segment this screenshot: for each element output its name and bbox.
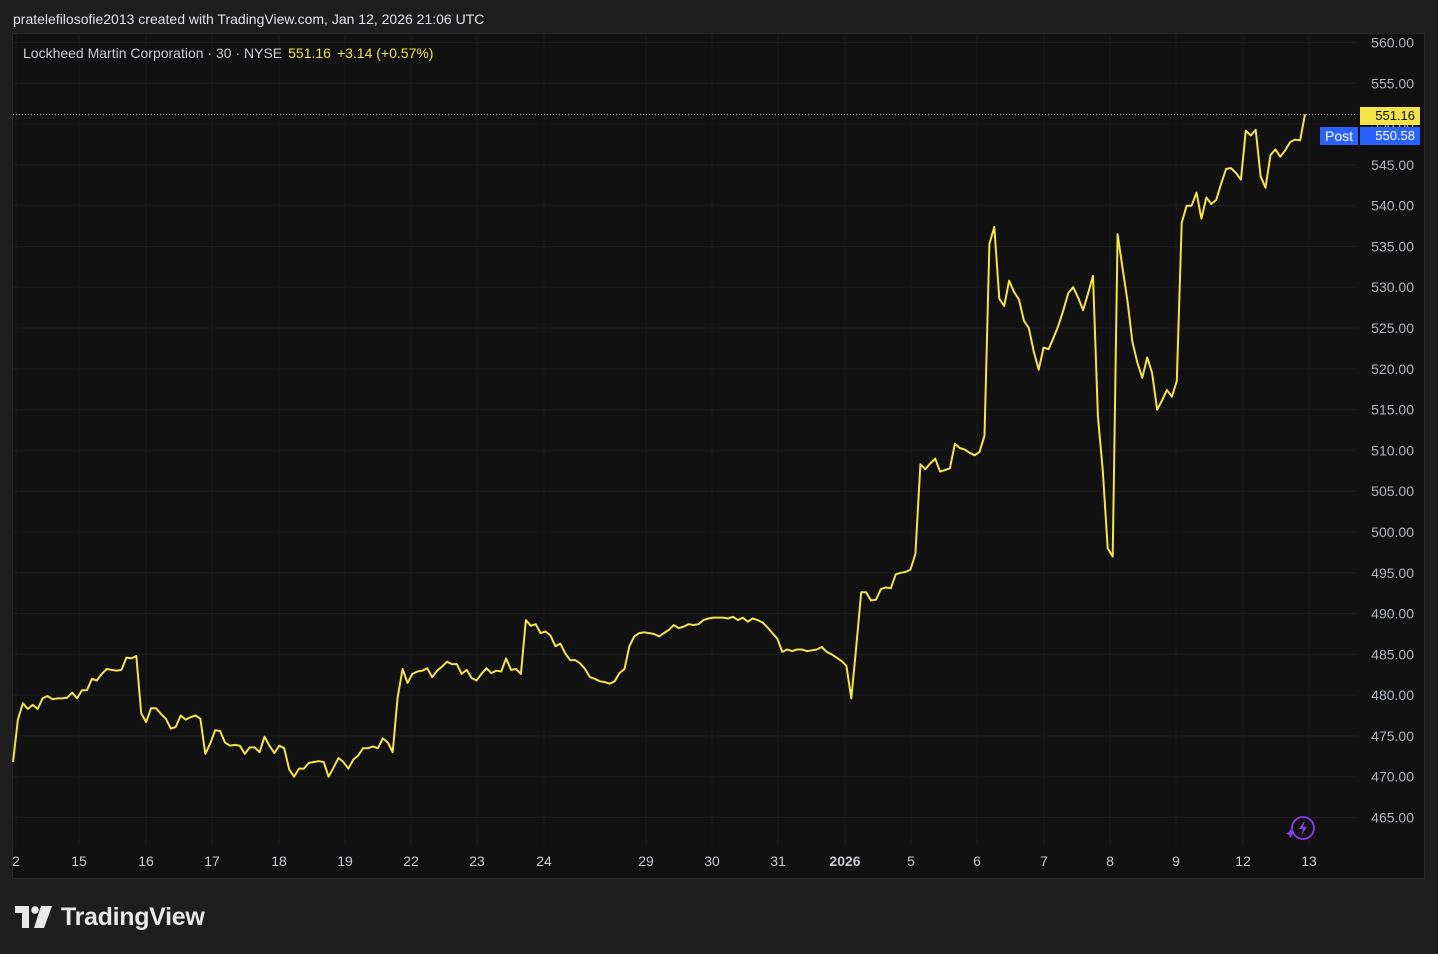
x-tick-label: 23 — [469, 853, 485, 869]
y-tick-label: 515.00 — [1371, 402, 1414, 418]
y-tick-label: 520.00 — [1371, 361, 1414, 377]
y-tick-label: 480.00 — [1371, 687, 1414, 703]
price-series-line — [12, 114, 1306, 778]
x-tick-label: 19 — [337, 853, 353, 869]
y-tick-label: 470.00 — [1371, 769, 1414, 785]
x-tick-label: 9 — [1172, 853, 1180, 869]
post-market-label: Post — [1320, 127, 1358, 145]
y-tick-label: 495.00 — [1371, 565, 1414, 581]
tradingview-logo[interactable]: TradingView — [15, 900, 205, 934]
y-tick-label: 465.00 — [1371, 810, 1414, 826]
tradingview-logo-icon — [15, 906, 52, 928]
y-tick-label: 525.00 — [1371, 320, 1414, 336]
legend-symbol: Lockheed Martin Corporation · 30 · NYSE — [23, 45, 283, 61]
x-tick-label: 8 — [1106, 853, 1114, 869]
y-tick-label: 560.00 — [1371, 35, 1414, 51]
x-tick-label: 18 — [271, 853, 287, 869]
x-tick-label: 6 — [973, 853, 981, 869]
y-tick-label: 510.00 — [1371, 442, 1414, 458]
y-tick-label: 555.00 — [1371, 75, 1414, 91]
chart-legend: Lockheed Martin Corporation · 30 · NYSE 5… — [23, 45, 433, 61]
y-tick-label: 530.00 — [1371, 279, 1414, 295]
x-tick-label: 29 — [638, 853, 654, 869]
price-chart[interactable]: 560.00555.00550.00545.00540.00535.00530.… — [0, 0, 1438, 954]
x-tick-label: 5 — [907, 853, 915, 869]
y-tick-label: 475.00 — [1371, 728, 1414, 744]
post-market-price-tag: 550.58 — [1360, 127, 1420, 145]
x-tick-label: 30 — [704, 853, 720, 869]
x-tick-label: 13 — [1301, 853, 1317, 869]
x-tick-label: 31 — [770, 853, 786, 869]
x-tick-label: 7 — [1040, 853, 1048, 869]
x-tick-label: 17 — [204, 853, 220, 869]
x-tick-label: 22 — [403, 853, 419, 869]
y-tick-label: 505.00 — [1371, 483, 1414, 499]
footer-brand: TradingView — [61, 902, 205, 931]
grid-lines — [13, 34, 1357, 845]
lightning-ai-icon[interactable] — [1286, 816, 1315, 840]
x-tick-label: 16 — [138, 853, 154, 869]
legend-change: +3.14 (+0.57%) — [336, 45, 434, 61]
y-tick-label: 540.00 — [1371, 198, 1414, 214]
x-tick-label: 2026 — [829, 853, 860, 869]
last-price-tag: 551.16 — [1360, 107, 1420, 125]
x-tick-label: 2 — [12, 853, 20, 869]
x-tick-label: 15 — [71, 853, 87, 869]
y-tick-label: 545.00 — [1371, 157, 1414, 173]
legend-last-price: 551.16 — [288, 45, 331, 61]
x-axis: 2 15 16 17 18 19 22 23 24 29 30 31 2026 5 6 7 8 9 12 13 — [12, 853, 1317, 869]
y-tick-label: 500.00 — [1371, 524, 1414, 540]
y-tick-label: 485.00 — [1371, 646, 1414, 662]
x-tick-label: 12 — [1235, 853, 1251, 869]
y-axis: 560.00555.00550.00545.00540.00535.00530.… — [1371, 35, 1414, 826]
y-tick-label: 535.00 — [1371, 238, 1414, 254]
y-tick-label: 490.00 — [1371, 606, 1414, 622]
x-tick-label: 24 — [536, 853, 552, 869]
